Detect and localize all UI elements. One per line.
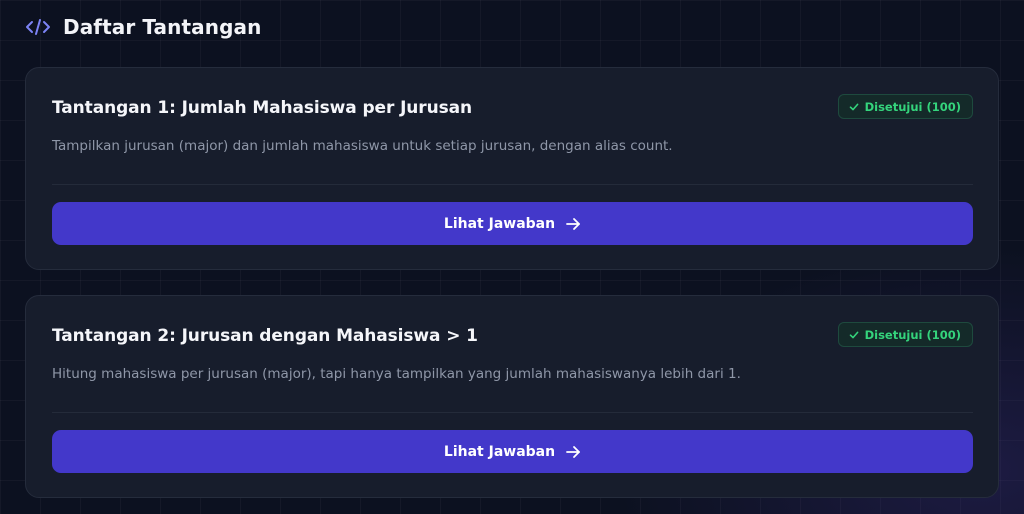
divider <box>52 184 973 185</box>
divider <box>52 412 973 413</box>
challenge-title: Tantangan 1: Jumlah Mahasiswa per Jurusa… <box>52 98 472 118</box>
challenge-description: Hitung mahasiswa per jurusan (major), ta… <box>52 366 741 382</box>
code-icon <box>25 16 51 38</box>
check-icon <box>849 102 859 112</box>
page-header: Daftar Tantangan <box>25 13 261 41</box>
view-answer-button[interactable]: Lihat Jawaban <box>52 202 973 245</box>
view-answer-label: Lihat Jawaban <box>443 215 556 232</box>
page-title: Daftar Tantangan <box>63 15 262 39</box>
view-answer-button[interactable]: Lihat Jawaban <box>52 430 973 473</box>
status-badge: Disetujui (100) <box>837 322 973 347</box>
arrow-right-icon <box>565 445 581 459</box>
arrow-right-icon <box>565 217 581 231</box>
status-badge: Disetujui (100) <box>837 94 973 119</box>
status-badge-label: Disetujui (100) <box>864 327 961 342</box>
challenge-card: Tantangan 2: Jurusan dengan Mahasiswa > … <box>25 295 999 498</box>
challenge-description: Tampilkan jurusan (major) dan jumlah mah… <box>52 138 673 154</box>
challenge-title: Tantangan 2: Jurusan dengan Mahasiswa > … <box>52 326 478 346</box>
view-answer-label: Lihat Jawaban <box>443 443 556 460</box>
check-icon <box>849 330 859 340</box>
status-badge-label: Disetujui (100) <box>864 99 961 114</box>
challenge-card: Tantangan 1: Jumlah Mahasiswa per Jurusa… <box>25 67 999 270</box>
